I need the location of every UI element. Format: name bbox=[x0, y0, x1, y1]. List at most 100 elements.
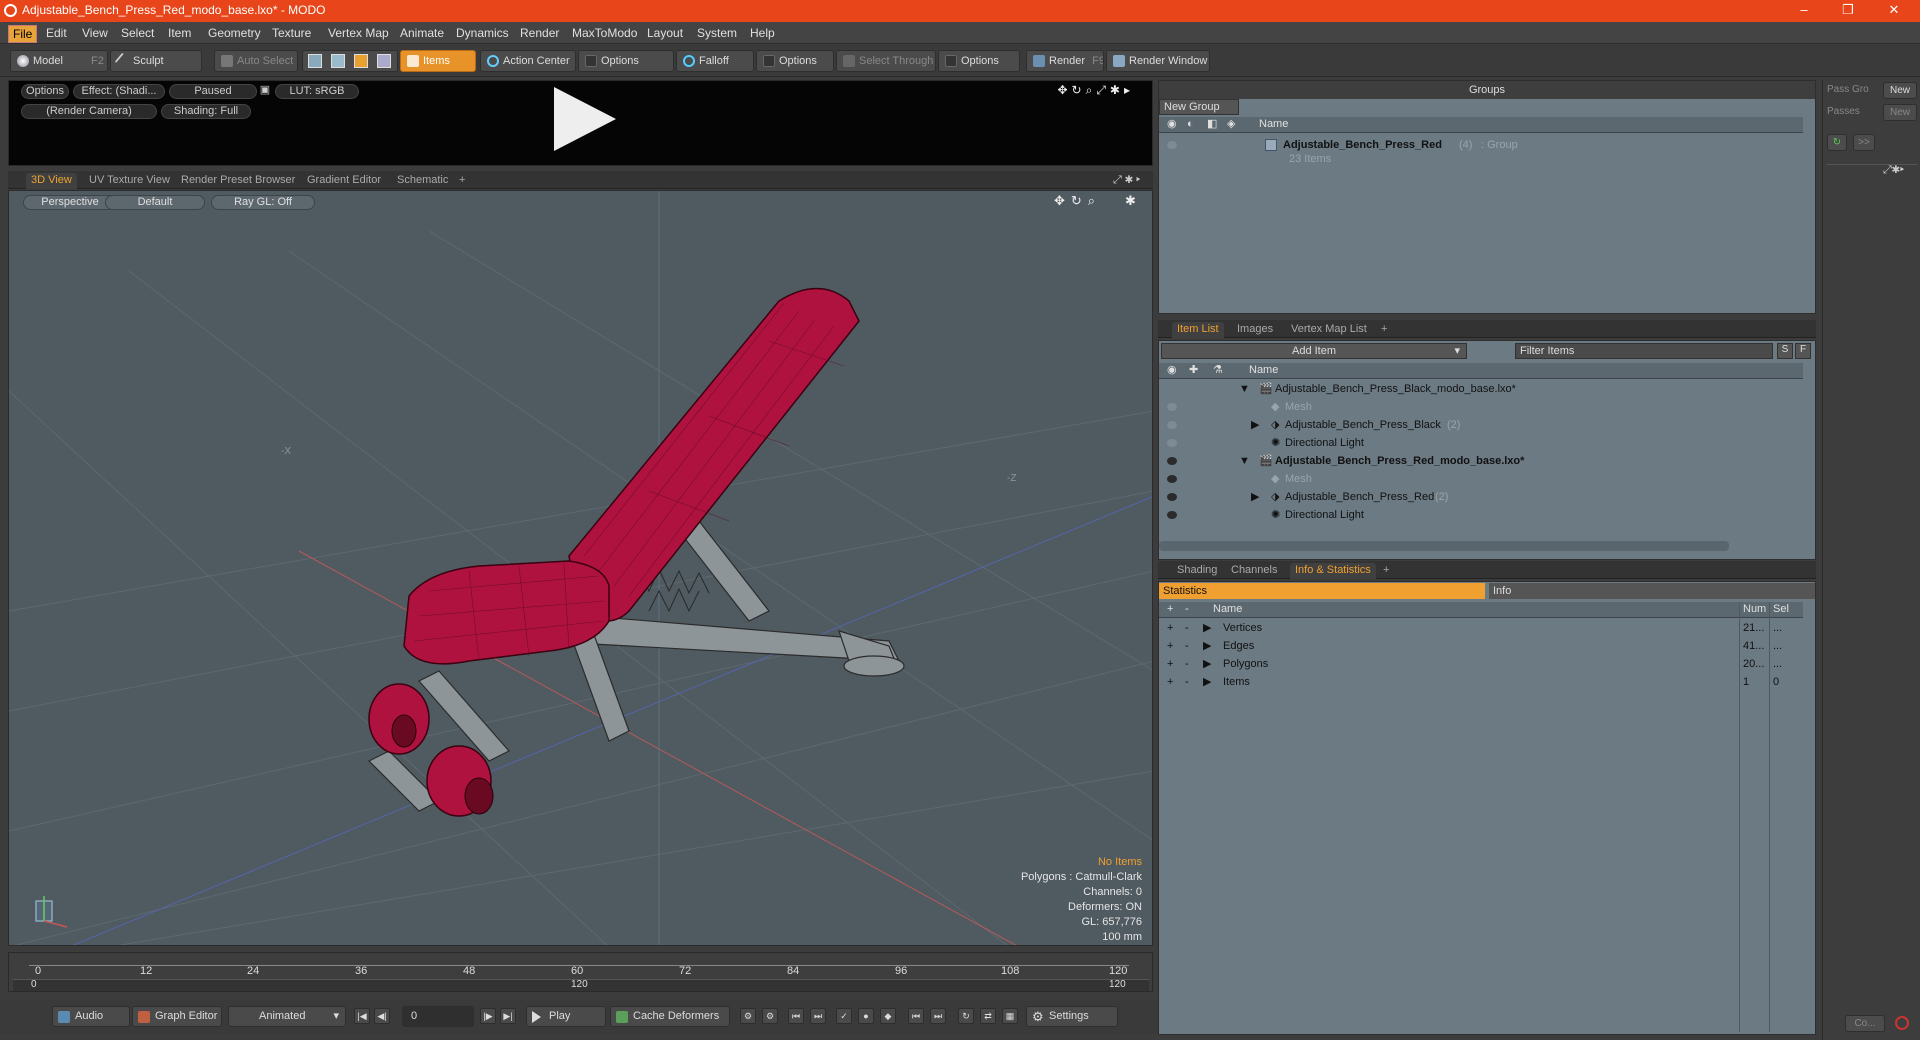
preview-camera-dropdown[interactable]: (Render Camera) bbox=[21, 104, 157, 119]
menu-item[interactable]: Item bbox=[164, 25, 195, 41]
settings-button[interactable]: ⚙ Settings bbox=[1026, 1006, 1118, 1027]
bounce-icon[interactable]: ⇄ bbox=[980, 1008, 996, 1024]
range-icon[interactable]: ▦ bbox=[1002, 1008, 1018, 1024]
eye-icon[interactable] bbox=[1167, 421, 1177, 429]
horizontal-scrollbar[interactable] bbox=[1159, 541, 1729, 551]
preview-paused-button[interactable]: Paused bbox=[169, 84, 257, 99]
plus-icon[interactable]: + bbox=[1167, 620, 1173, 637]
s-button[interactable]: S bbox=[1777, 343, 1793, 359]
eye-icon[interactable] bbox=[1167, 439, 1177, 447]
add-tab-button[interactable]: + bbox=[1376, 322, 1392, 338]
preview-lut-dropdown[interactable]: LUT: sRGB bbox=[275, 84, 359, 99]
info-tab[interactable]: Info bbox=[1489, 583, 1815, 599]
audio-button[interactable]: Audio bbox=[52, 1006, 130, 1027]
items-mode-button[interactable]: Items bbox=[400, 50, 476, 72]
menu-layout[interactable]: Layout bbox=[643, 25, 687, 41]
menu-system[interactable]: System bbox=[693, 25, 741, 41]
menu-dynamics[interactable]: Dynamics bbox=[452, 25, 513, 41]
menu-select[interactable]: Select bbox=[117, 25, 158, 41]
scene-row[interactable]: ▼ 🎬 Adjustable_Bench_Press_Red_modo_base… bbox=[1159, 453, 1803, 470]
mesh-row[interactable]: ◆ Mesh bbox=[1159, 399, 1803, 416]
maximize-button[interactable]: ❐ bbox=[1826, 0, 1870, 22]
minus-icon[interactable]: - bbox=[1185, 674, 1189, 691]
plus-icon[interactable]: + bbox=[1167, 674, 1173, 691]
render-toggle-icon[interactable]: ⚗ bbox=[1213, 363, 1223, 378]
new-pass-group-button[interactable]: New bbox=[1883, 82, 1917, 99]
plus-icon[interactable]: + bbox=[1167, 602, 1173, 617]
tab-channels[interactable]: Channels bbox=[1226, 563, 1282, 579]
loop-icon[interactable]: ↻ bbox=[958, 1008, 974, 1024]
expand-triangle-icon[interactable]: ▶ bbox=[1203, 620, 1211, 637]
lock-icon[interactable]: ▣ bbox=[259, 84, 271, 99]
prev-key-icon[interactable]: ⏮ bbox=[788, 1008, 804, 1024]
eye-icon[interactable] bbox=[1167, 511, 1177, 519]
eye-icon[interactable] bbox=[1167, 493, 1177, 501]
go-to-start-button[interactable]: |◀ bbox=[354, 1008, 370, 1024]
falloff-options-button[interactable]: Options bbox=[756, 50, 834, 72]
expand-triangle-icon[interactable]: ▶ bbox=[1251, 417, 1259, 434]
menu-texture[interactable]: Texture bbox=[268, 25, 315, 41]
eye-icon[interactable]: ◉ bbox=[1167, 363, 1177, 378]
graph-editor-button[interactable]: Graph Editor bbox=[132, 1006, 222, 1027]
stats-row[interactable]: + - ▶ Edges 41... ... bbox=[1159, 638, 1803, 655]
timeline[interactable]: 0 12 24 36 48 60 72 84 96 108 120 0 120 … bbox=[8, 952, 1153, 992]
tab-3d-view[interactable]: 3D View bbox=[26, 173, 77, 189]
model-mode-button[interactable]: Model F2 bbox=[10, 50, 108, 72]
menu-maxtomodo[interactable]: MaxToModo bbox=[568, 25, 641, 41]
select-toggle-icon[interactable]: ◈ bbox=[1227, 117, 1235, 132]
vertices-mode-icon[interactable] bbox=[308, 54, 322, 68]
preview-effect-dropdown[interactable]: Effect: (Shadi... bbox=[73, 84, 165, 99]
play-icon[interactable] bbox=[554, 87, 616, 151]
range-end[interactable]: 120 bbox=[1109, 979, 1126, 990]
minus-icon[interactable]: - bbox=[1185, 602, 1189, 617]
polygons-mode-icon[interactable] bbox=[354, 54, 368, 68]
add-tab-button[interactable]: + bbox=[1378, 563, 1394, 579]
add-tab-button[interactable]: + bbox=[454, 173, 470, 189]
menu-view[interactable]: View bbox=[78, 25, 112, 41]
tab-info-statistics[interactable]: Info & Statistics bbox=[1290, 563, 1376, 579]
menu-geometry[interactable]: Geometry bbox=[204, 25, 265, 41]
light-row[interactable]: ✺ Directional Light bbox=[1159, 435, 1803, 452]
group-locator-row[interactable]: ▶ ⬗ Adjustable_Bench_Press_Red (2) bbox=[1159, 489, 1803, 506]
select-through-options-button[interactable]: Options bbox=[938, 50, 1020, 72]
filter-items-input[interactable]: Filter Items bbox=[1515, 343, 1773, 359]
falloff-button[interactable]: Falloff bbox=[676, 50, 754, 72]
tab-schematic[interactable]: Schematic bbox=[392, 173, 453, 189]
group-row[interactable]: Adjustable_Bench_Press_Red (4) : Group bbox=[1159, 137, 1803, 154]
render-window-button[interactable]: Render Window bbox=[1106, 50, 1210, 72]
expand-triangle-icon[interactable]: ▶ bbox=[1203, 674, 1211, 691]
eye-icon[interactable] bbox=[1167, 403, 1177, 411]
key-all-icon[interactable]: ⚙ bbox=[762, 1008, 778, 1024]
menu-render[interactable]: Render bbox=[516, 25, 563, 41]
expand-triangle-icon[interactable]: ▼ bbox=[1239, 453, 1250, 470]
menu-help[interactable]: Help bbox=[746, 25, 779, 41]
tab-item-list[interactable]: Item List bbox=[1172, 322, 1224, 338]
step-back-button[interactable]: ◀| bbox=[374, 1008, 390, 1024]
next-key-icon[interactable]: ⏭ bbox=[810, 1008, 826, 1024]
select-through-button[interactable]: Select Through bbox=[836, 50, 936, 72]
jump-end-icon[interactable]: ⏭ bbox=[930, 1008, 946, 1024]
preview-options-button[interactable]: Options bbox=[21, 84, 69, 99]
materials-mode-icon[interactable] bbox=[377, 54, 391, 68]
jump-start-icon[interactable]: ⏮ bbox=[908, 1008, 924, 1024]
statistics-tab[interactable]: Statistics bbox=[1159, 583, 1485, 599]
close-button[interactable]: ✕ bbox=[1872, 0, 1916, 22]
frame-field[interactable]: 0 bbox=[402, 1006, 474, 1027]
play-button[interactable]: Play bbox=[526, 1006, 606, 1027]
tab-gradient-editor[interactable]: Gradient Editor bbox=[302, 173, 386, 189]
render-button[interactable]: Render F9 bbox=[1026, 50, 1104, 72]
key-icon[interactable]: ⚙ bbox=[740, 1008, 756, 1024]
expand-triangle-icon[interactable]: ▶ bbox=[1203, 638, 1211, 655]
new-pass-button[interactable]: New bbox=[1883, 104, 1917, 121]
f-button[interactable]: F bbox=[1795, 343, 1811, 359]
group-locator-row[interactable]: ▶ ⬗ Adjustable_Bench_Press_Black (2) bbox=[1159, 417, 1803, 434]
eye-icon[interactable] bbox=[1167, 141, 1177, 149]
lock-icon[interactable]: ◐ bbox=[1187, 117, 1194, 132]
menu-edit[interactable]: Edit bbox=[42, 25, 71, 41]
minus-icon[interactable]: - bbox=[1185, 656, 1189, 673]
scene-row[interactable]: ▼ 🎬 Adjustable_Bench_Press_Black_modo_ba… bbox=[1159, 381, 1803, 398]
sculpt-mode-button[interactable]: Sculpt bbox=[110, 50, 202, 72]
menu-vertex-map[interactable]: Vertex Map bbox=[324, 25, 393, 41]
animated-dropdown[interactable]: Animated ▾ bbox=[228, 1006, 346, 1027]
record-indicator-icon[interactable] bbox=[1895, 1016, 1909, 1030]
